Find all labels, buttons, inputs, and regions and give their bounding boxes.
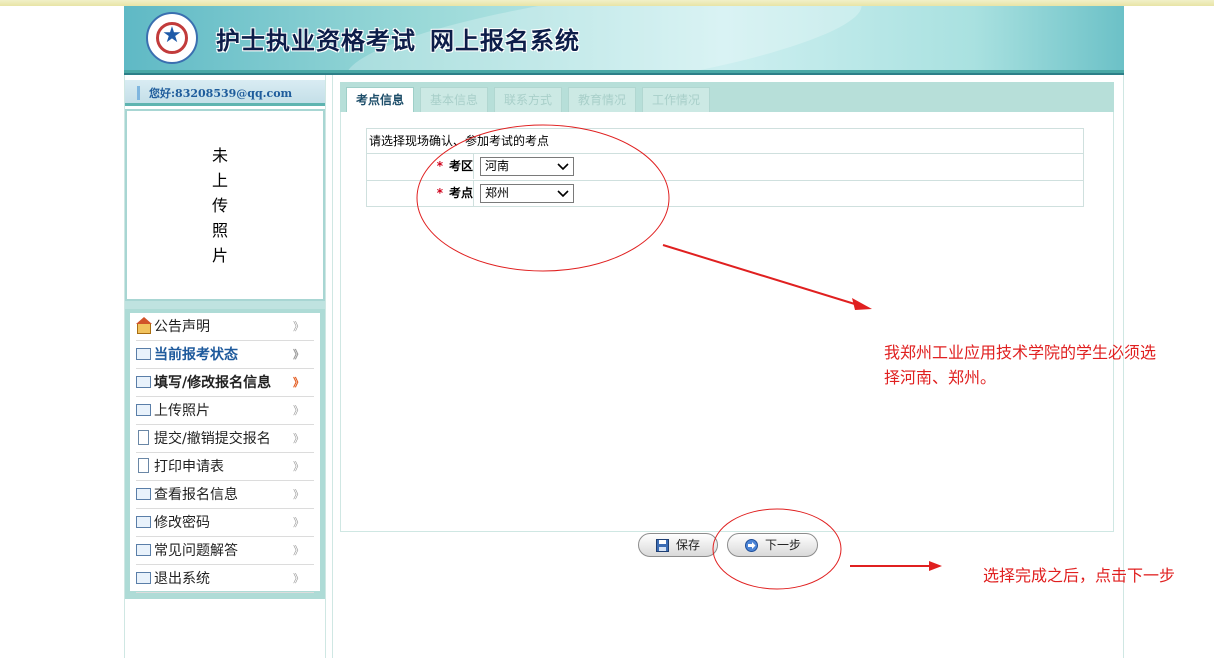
menu-item-faq[interactable]: 常见问题解答》 xyxy=(136,537,314,565)
required-mark: * xyxy=(436,159,443,173)
card-icon xyxy=(136,488,151,500)
user-greeting: 您好:83208539@qq.com xyxy=(149,87,293,100)
chevron-down-icon xyxy=(557,163,569,171)
photo-box: 未上传照片 xyxy=(125,109,325,301)
region-label: 考区 xyxy=(448,159,473,173)
chevron-right-icon: 》 xyxy=(293,572,304,585)
chevron-right-icon: 》 xyxy=(293,516,304,529)
menu-item-print[interactable]: 打印申请表》 xyxy=(136,453,314,481)
tab-work[interactable]: 工作情况 xyxy=(642,87,710,112)
menu-item-submit[interactable]: 提交/撤销提交报名》 xyxy=(136,425,314,453)
annotation-note-2: 选择完成之后，点击下一步 xyxy=(983,566,1176,585)
menu-item-logout[interactable]: 退出系统》 xyxy=(136,565,314,593)
logo-emblem: ★ xyxy=(146,12,198,64)
card-icon xyxy=(136,348,151,360)
chevron-right-icon: 》 xyxy=(293,460,304,473)
card-icon xyxy=(136,376,151,388)
region-row: * 考区 河南 xyxy=(367,153,1083,179)
exam-site-form: 请选择现场确认、参加考试的考点 * 考区 河南 * 考点 郑州 xyxy=(366,128,1084,207)
home-icon xyxy=(136,317,152,334)
chevron-right-icon: 》 xyxy=(293,320,304,333)
chevron-right-icon: 》 xyxy=(293,544,304,557)
card-icon xyxy=(136,572,151,584)
annotation-note-1: 我郑州工业应用技术学院的学生必须选 择河南、郑州。 xyxy=(884,343,1157,387)
tab-contact[interactable]: 联系方式 xyxy=(494,87,562,112)
chevron-right-icon: 》 xyxy=(293,488,304,501)
floppy-icon xyxy=(656,539,669,552)
user-greeting-bar: 您好:83208539@qq.com xyxy=(125,80,325,106)
menu-item-view-info[interactable]: 查看报名信息》 xyxy=(136,481,314,509)
required-mark: * xyxy=(436,186,443,200)
tab-bar: 考点信息 基本信息 联系方式 教育情况 工作情况 xyxy=(340,82,1114,112)
tab-exam-site[interactable]: 考点信息 xyxy=(346,87,414,112)
chevron-right-icon: 》 xyxy=(293,404,304,417)
tab-basic-info[interactable]: 基本信息 xyxy=(420,87,488,112)
document-icon xyxy=(138,430,149,445)
user-bar-icon xyxy=(137,86,140,100)
next-button[interactable]: 下一步 xyxy=(727,533,818,557)
chevron-right-icon: 》 xyxy=(293,376,304,389)
menu-item-fill-info[interactable]: 填写/修改报名信息》 xyxy=(136,369,314,397)
star-icon: ★ xyxy=(162,23,182,48)
region-select[interactable]: 河南 xyxy=(480,157,574,176)
card-icon xyxy=(136,544,151,556)
card-icon xyxy=(136,516,151,528)
title-sub: 网上报名系统 xyxy=(430,27,580,55)
site-label: 考点 xyxy=(448,186,473,200)
arrow-right-icon xyxy=(745,539,758,552)
system-title: 护士执业资格考试 网上报名系统 xyxy=(216,21,580,56)
sidebar-separator xyxy=(125,301,325,309)
tab-education[interactable]: 教育情况 xyxy=(568,87,636,112)
photo-placeholder: 未上传照片 xyxy=(211,146,228,265)
header-banner: ★ 护士执业资格考试 网上报名系统 xyxy=(124,6,1124,70)
menu-item-announcement[interactable]: 公告声明》 xyxy=(136,313,314,341)
card-icon xyxy=(136,404,151,416)
form-instruction: 请选择现场确认、参加考试的考点 xyxy=(369,134,550,148)
header-band xyxy=(124,70,1124,75)
sidebar-menu: 公告声明》 当前报考状态》 填写/修改报名信息》 上传照片》 提交/撤销提交报名… xyxy=(125,309,325,599)
menu-item-change-password[interactable]: 修改密码》 xyxy=(136,509,314,537)
menu-item-current-status[interactable]: 当前报考状态》 xyxy=(136,341,314,369)
chevron-down-icon xyxy=(557,190,569,198)
site-row: * 考点 郑州 xyxy=(367,180,1083,206)
menu-item-upload-photo[interactable]: 上传照片》 xyxy=(136,397,314,425)
sidebar-divider xyxy=(325,75,333,658)
title-main: 护士执业资格考试 xyxy=(216,27,416,55)
site-select[interactable]: 郑州 xyxy=(480,184,574,203)
document-icon xyxy=(138,458,149,473)
save-button[interactable]: 保存 xyxy=(638,533,718,557)
chevron-right-icon: 》 xyxy=(293,432,304,445)
chevron-right-icon: 》 xyxy=(293,348,304,361)
